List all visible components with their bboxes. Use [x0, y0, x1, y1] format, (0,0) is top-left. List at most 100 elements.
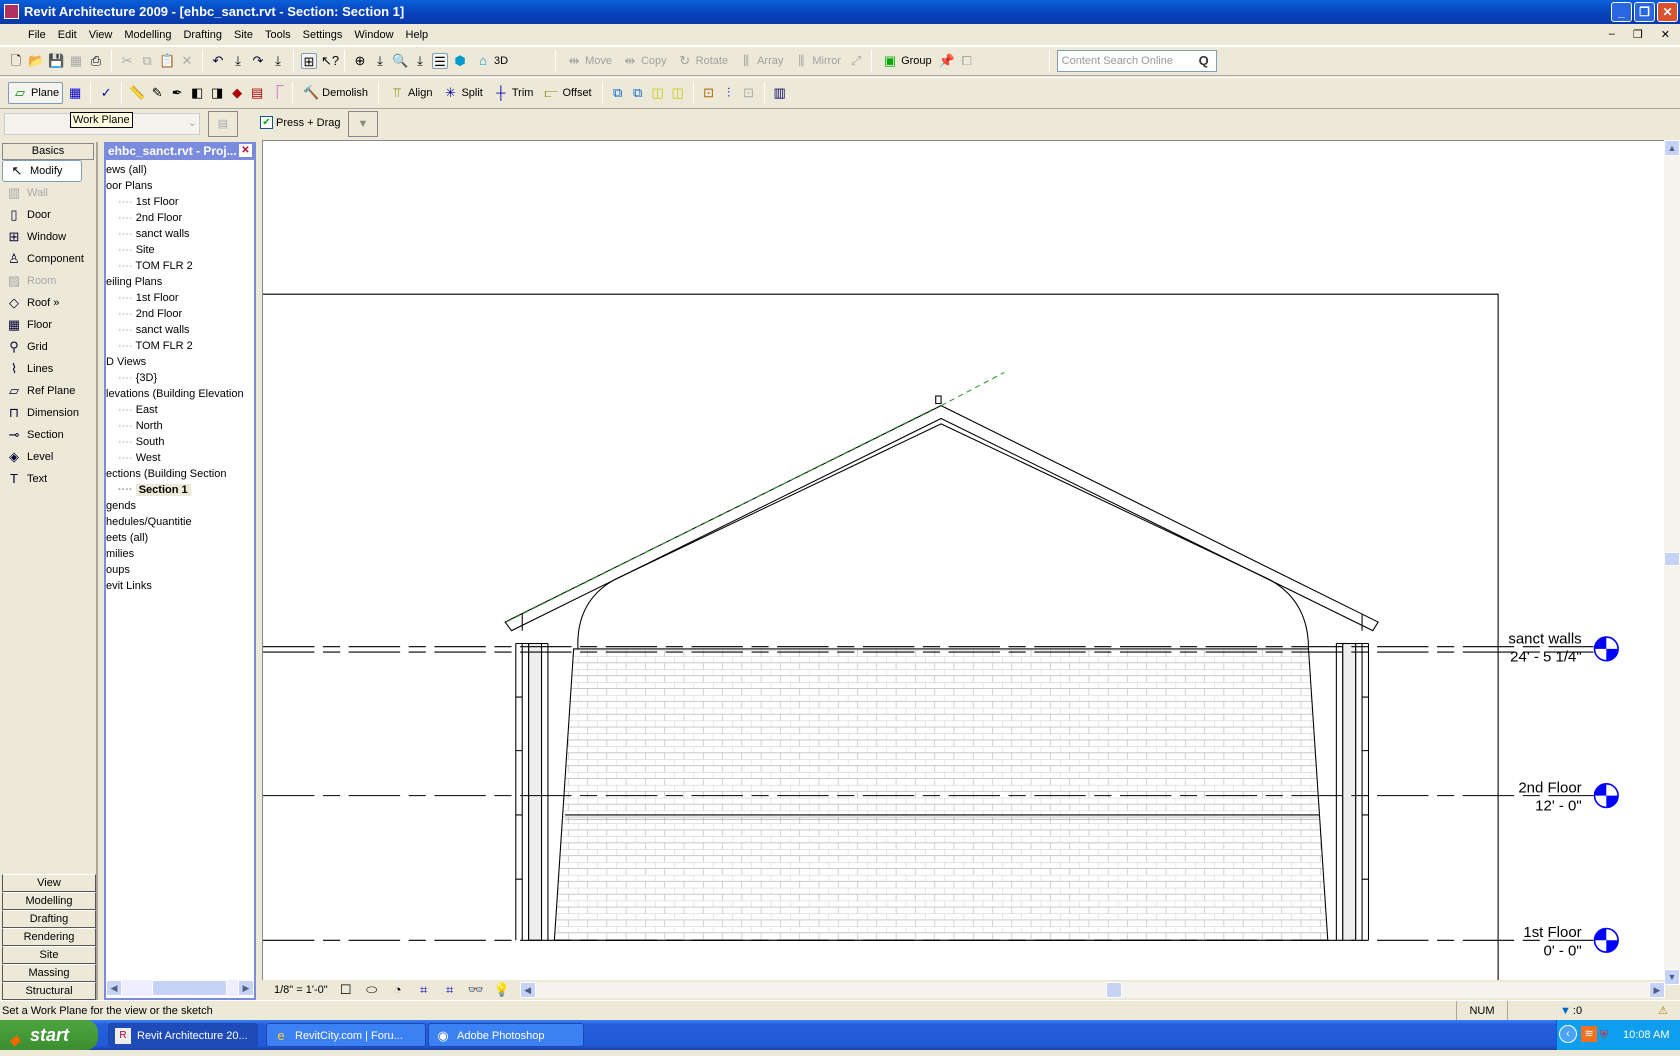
scroll-thumb[interactable]: [152, 980, 227, 996]
menu-file[interactable]: File: [22, 29, 52, 41]
thin-lines-icon[interactable]: ☰: [432, 53, 448, 69]
redo-icon[interactable]: ↷: [250, 53, 266, 69]
detail-level-icon[interactable]: ☐: [338, 982, 354, 998]
tree-item[interactable]: sanct walls: [106, 226, 254, 242]
temporary-hide-icon[interactable]: 👓: [468, 982, 484, 998]
search-icon[interactable]: Q: [1196, 53, 1212, 69]
menu-tools[interactable]: Tools: [259, 29, 297, 41]
close-icon[interactable]: ✕: [239, 144, 252, 157]
scroll-down-button[interactable]: ▼: [1664, 969, 1680, 985]
paste-aligned-icon[interactable]: ⧉: [630, 85, 646, 101]
tree-item[interactable]: eiling Plans: [106, 274, 254, 290]
menu-help[interactable]: Help: [400, 29, 435, 41]
split-button[interactable]: ✳ Split: [439, 82, 485, 104]
copy-icon[interactable]: ⧉: [139, 53, 155, 69]
task-revitcity[interactable]: e RevitCity.com | Foru...: [266, 1023, 426, 1047]
tree-item[interactable]: gends: [106, 498, 254, 514]
copy-button[interactable]: ⇹ Copy: [619, 50, 670, 72]
print-icon[interactable]: ⎙: [88, 53, 104, 69]
save-to-central-icon[interactable]: ▦: [68, 53, 84, 69]
menu-view[interactable]: View: [83, 29, 119, 41]
scroll-left-button[interactable]: ◀: [106, 980, 122, 996]
view-hscrollbar[interactable]: ◀ ▶: [519, 982, 1665, 998]
plane-button[interactable]: ▱ Plane: [8, 82, 64, 104]
tree-item[interactable]: North: [106, 418, 254, 434]
tree-item[interactable]: hedules/Quantitie: [106, 514, 254, 530]
tree-item[interactable]: ections (Building Section: [106, 466, 254, 482]
eyedropper-icon[interactable]: ✎: [149, 85, 165, 101]
save-icon[interactable]: 💾: [48, 53, 64, 69]
view-3d-button[interactable]: ⌂ 3D: [472, 50, 511, 72]
scroll-left-button[interactable]: ◀: [519, 982, 536, 998]
menu-settings[interactable]: Settings: [297, 29, 349, 41]
split-face-icon[interactable]: ◧: [189, 85, 205, 101]
design-bar-item-text[interactable]: T Text: [0, 468, 96, 490]
design-bar-item-dimension[interactable]: ⊓ Dimension: [0, 402, 96, 424]
design-bar-item-window[interactable]: ⊞ Window: [0, 226, 96, 248]
tree-item[interactable]: Section 1: [106, 482, 254, 498]
tray-app-icon[interactable]: ≋: [1581, 1026, 1597, 1042]
design-bar-item-component[interactable]: ♙ Component: [0, 248, 96, 270]
properties-button[interactable]: ▤: [208, 111, 238, 137]
tree-item[interactable]: Site: [106, 242, 254, 258]
tray-expand-icon[interactable]: ‹: [1559, 1025, 1577, 1043]
design-bar-tab-massing[interactable]: Massing: [2, 964, 96, 982]
doc-minimize-button[interactable]: –: [1603, 28, 1621, 41]
tree-item[interactable]: D Views: [106, 354, 254, 370]
tree-item[interactable]: TOM FLR 2: [106, 258, 254, 274]
design-bar-item-grid[interactable]: ⚲ Grid: [0, 336, 96, 358]
move-button[interactable]: ⇹ Move: [563, 50, 615, 72]
tree-item[interactable]: West: [106, 450, 254, 466]
unpin-icon[interactable]: ⧠: [959, 53, 975, 69]
design-bar-item-wall[interactable]: ▥ Wall: [0, 182, 96, 204]
array-button[interactable]: ⫼ Array: [735, 50, 786, 72]
selection-filter[interactable]: ▼:0: [1560, 1001, 1582, 1021]
design-bar-tab-basics[interactable]: Basics: [2, 143, 94, 160]
tree-item[interactable]: TOM FLR 2: [106, 338, 254, 354]
zoom-icon[interactable]: 🔍: [392, 53, 408, 69]
tree-item[interactable]: 1st Floor: [106, 290, 254, 306]
rotate-button[interactable]: ↻ Rotate: [674, 50, 731, 72]
copy-clipboard-icon[interactable]: ⧉: [610, 85, 626, 101]
model-graphics-style-icon[interactable]: ⬭: [364, 982, 380, 998]
level-head-sanct-walls[interactable]: sanct walls 24' - 5 1/4": [1508, 630, 1619, 666]
cut-icon[interactable]: ✂: [119, 53, 135, 69]
task-revit[interactable]: R Revit Architecture 20...: [108, 1023, 258, 1047]
linework-icon[interactable]: ⎾: [269, 85, 285, 101]
menu-modelling[interactable]: Modelling: [118, 29, 177, 41]
tree-item[interactable]: oups: [106, 562, 254, 578]
demolish-button[interactable]: 🔨 Demolish: [300, 82, 371, 104]
match-type-icon[interactable]: ⊡: [701, 85, 717, 101]
scroll-thumb[interactable]: [1105, 982, 1122, 998]
doc-close-button[interactable]: ✕: [1655, 28, 1676, 41]
show-crop-region-icon[interactable]: ⌗: [442, 982, 458, 998]
tree-item[interactable]: 2nd Floor: [106, 210, 254, 226]
tree-item[interactable]: sanct walls: [106, 322, 254, 338]
design-bar-tab-drafting[interactable]: Drafting: [2, 910, 96, 928]
wall-opening-icon[interactable]: ▤: [249, 85, 265, 101]
tree-item[interactable]: oor Plans: [106, 178, 254, 194]
select-linked-icon[interactable]: ◫: [650, 85, 666, 101]
design-bar-item-ref-plane[interactable]: ▱ Ref Plane: [0, 380, 96, 402]
select-host-icon[interactable]: ◫: [670, 85, 686, 101]
menu-site[interactable]: Site: [228, 29, 259, 41]
tree-item[interactable]: milies: [106, 546, 254, 562]
security-shield-icon[interactable]: ⛨: [1600, 1020, 1608, 1050]
shadows-icon[interactable]: ◔: [390, 982, 406, 998]
minimize-button[interactable]: _: [1611, 2, 1632, 22]
scroll-thumb[interactable]: [1664, 552, 1680, 566]
tag-dropdown-icon[interactable]: ⤓: [372, 53, 388, 69]
mirror-button[interactable]: ⫼ Mirror: [790, 50, 844, 72]
crop-view-icon[interactable]: ⌗: [416, 982, 432, 998]
open-icon[interactable]: 📂: [28, 53, 44, 69]
undo-dropdown-icon[interactable]: ⤓: [230, 53, 246, 69]
tree-item[interactable]: 1st Floor: [106, 194, 254, 210]
menu-drafting[interactable]: Drafting: [177, 29, 228, 41]
pin-icon[interactable]: 📌: [939, 53, 955, 69]
zoom-dropdown-icon[interactable]: ⤓: [412, 53, 428, 69]
content-search-input[interactable]: Content Search Online Q: [1056, 50, 1217, 72]
design-bar-tab-modelling[interactable]: Modelling: [2, 892, 96, 910]
design-bar-item-room[interactable]: ▨ Room: [0, 270, 96, 292]
design-bar-tab-site[interactable]: Site: [2, 946, 96, 964]
align-button[interactable]: ⫪ Align: [386, 82, 435, 104]
